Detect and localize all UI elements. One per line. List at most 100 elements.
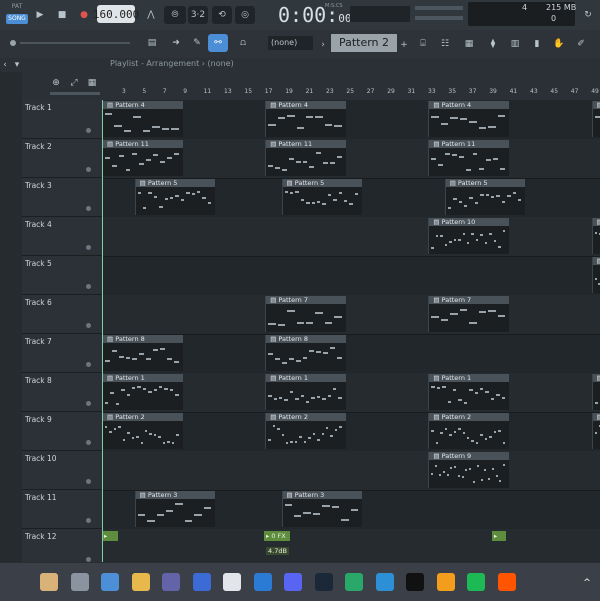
touch-keyboard-icon[interactable]: ✐ <box>572 35 590 53</box>
automation-clip[interactable]: ▸ <box>102 531 118 541</box>
pattern-clip[interactable]: ▤ Pattern 3 <box>282 491 363 527</box>
horizontal-zoom-slider[interactable] <box>50 92 100 95</box>
soundcloud-icon[interactable] <box>498 573 516 591</box>
mail-icon[interactable] <box>254 573 272 591</box>
track-header[interactable]: Track 7 <box>22 334 102 373</box>
pattern-clip[interactable]: ▤ Pattern 11 <box>102 140 183 176</box>
plus-icon[interactable]: ⊕ <box>50 74 62 92</box>
pattern-song-switch[interactable]: PAT SONG <box>6 3 28 27</box>
tray-chevron-icon[interactable]: ^ <box>580 574 594 592</box>
track-header[interactable]: Track 2 <box>22 139 102 178</box>
track-header[interactable]: Track 3 <box>22 178 102 217</box>
add-pattern-icon[interactable]: + <box>399 36 409 54</box>
pattern-clip[interactable]: ▤ Pattern 8 <box>265 335 346 371</box>
pattern-clip[interactable]: ▤ Pattern 1 <box>428 374 509 410</box>
keyboard-icon[interactable]: ▤ <box>143 34 161 52</box>
pattern-clip[interactable]: ▤ Pattern 10 <box>592 218 600 254</box>
arrow-tool-icon[interactable]: ➜ <box>167 34 185 52</box>
pattern-clip[interactable]: ▤ Pattern 2 <box>592 413 600 449</box>
pattern-clip[interactable]: ▤ Pattern 2 <box>102 413 183 449</box>
browser-icon[interactable]: ⌸ <box>414 35 432 53</box>
track-header[interactable]: Track 1 <box>22 100 102 139</box>
files-icon[interactable] <box>71 573 89 591</box>
pattern-clip[interactable]: ▤ Pattern 11 <box>428 140 509 176</box>
master-volume-slider[interactable] <box>415 6 463 10</box>
playhead[interactable] <box>102 100 103 562</box>
pencil-tool-icon[interactable]: ✎ <box>188 34 206 52</box>
stamp-icon[interactable]: ⩍ <box>234 34 252 52</box>
pattern-clip[interactable]: ▤ Pattern 5 <box>282 179 363 215</box>
knob-icon[interactable] <box>10 40 16 46</box>
pattern-clip[interactable]: ▤ Pattern 7 <box>428 296 509 332</box>
pattern-clip[interactable]: ▤ Pattern 7 <box>265 296 346 332</box>
edge-icon[interactable] <box>345 573 363 591</box>
pattern-clip[interactable]: ▤ Pattern 1 <box>102 374 183 410</box>
snap-selector[interactable]: (none) <box>268 36 313 50</box>
pattern-selector[interactable]: Pattern 2 <box>331 34 397 52</box>
app-q-icon[interactable] <box>406 573 424 591</box>
channel-rack-icon[interactable]: ▥ <box>506 35 524 53</box>
track-mute-icon[interactable] <box>86 440 91 445</box>
grid-icon[interactable]: ▦ <box>86 74 98 92</box>
track-header[interactable]: Track 10 <box>22 451 102 490</box>
pattern-clip[interactable]: ▤ Pattern 10 <box>428 218 509 254</box>
track-mute-icon[interactable] <box>86 401 91 406</box>
folder-icon[interactable] <box>132 573 150 591</box>
playlist-grid[interactable]: ▤ Pattern 4▤ Pattern 4▤ Pattern 4▤ Patte… <box>102 100 600 562</box>
timeline-ruler[interactable]: 3579111315171921232527293133353739414345… <box>100 88 600 100</box>
playlist-icon[interactable]: ☷ <box>436 35 454 53</box>
affinity-icon[interactable] <box>193 573 211 591</box>
fx-automation-clip[interactable]: ▸ 0 FX <box>264 531 290 541</box>
teams-icon[interactable] <box>162 573 180 591</box>
online-icon[interactable]: ↻ <box>580 6 596 24</box>
fl-studio-icon[interactable] <box>437 573 455 591</box>
steam-icon[interactable] <box>315 573 333 591</box>
automation-clip-end[interactable]: ▸ <box>492 531 506 541</box>
settings-icon[interactable] <box>101 573 119 591</box>
track-mute-icon[interactable] <box>86 323 91 328</box>
position-slider[interactable] <box>20 42 130 44</box>
zoom-icon[interactable]: ⤢ <box>68 74 80 92</box>
pattern-clip[interactable]: ▤ Pattern 2 <box>428 413 509 449</box>
widgets-icon[interactable] <box>40 573 58 591</box>
loop-record-icon[interactable]: ⟲ <box>212 6 232 24</box>
pattern-clip[interactable]: ▤ Pattern 5 <box>445 179 526 215</box>
wait-input-icon[interactable]: ⦾ <box>164 6 186 24</box>
track-lane[interactable] <box>102 529 600 562</box>
pattern-clip[interactable]: ▤ Pattern 4 <box>428 101 509 137</box>
store-icon[interactable] <box>223 573 241 591</box>
discord-icon[interactable] <box>284 573 302 591</box>
tempo-tapper-icon[interactable]: ✋ <box>550 35 568 53</box>
pattern-clip[interactable]: ▤ Pattern 4 <box>592 101 600 137</box>
track-lane[interactable] <box>102 256 600 296</box>
link-icon[interactable]: ⚯ <box>208 34 228 52</box>
pattern-clip[interactable]: ▤ Pattern 9 <box>428 452 509 488</box>
tempo-display[interactable]: 160.000 <box>97 5 135 23</box>
track-header[interactable]: Track 11 <box>22 490 102 529</box>
metronome-icon[interactable]: ⋀ <box>144 6 158 24</box>
pattern-clip[interactable]: ▤ Pattern 1 <box>592 374 600 410</box>
track-mute-icon[interactable] <box>86 518 91 523</box>
edge-alt-icon[interactable] <box>376 573 394 591</box>
step-edit-icon[interactable]: ◎ <box>235 6 255 24</box>
track-header[interactable]: Track 5 <box>22 256 102 295</box>
track-lane[interactable] <box>102 217 600 257</box>
track-header[interactable]: Track 9 <box>22 412 102 451</box>
mixer-icon[interactable]: ⧫ <box>484 35 502 53</box>
chevron-right-icon[interactable]: › <box>318 36 328 54</box>
track-mute-icon[interactable] <box>86 245 91 250</box>
spotify-icon[interactable] <box>467 573 485 591</box>
track-mute-icon[interactable] <box>86 362 91 367</box>
track-lane[interactable] <box>102 295 600 335</box>
plugin-picker-icon[interactable]: ▮ <box>528 35 546 53</box>
song-label[interactable]: SONG <box>6 14 28 24</box>
piano-roll-icon[interactable]: ▦ <box>460 35 478 53</box>
pattern-clip[interactable]: ▤ Pattern 3 <box>135 491 216 527</box>
pattern-clip[interactable]: ▤ Pattern 5 <box>135 179 216 215</box>
stop-icon[interactable]: ■ <box>54 6 70 24</box>
pattern-clip[interactable]: ▤ Pattern 8 <box>102 335 183 371</box>
track-mute-icon[interactable] <box>86 206 91 211</box>
play-icon[interactable]: ▶ <box>32 6 48 24</box>
pattern-clip[interactable]: ▤ Pattern 4 <box>102 101 183 137</box>
track-lane[interactable] <box>102 451 600 491</box>
